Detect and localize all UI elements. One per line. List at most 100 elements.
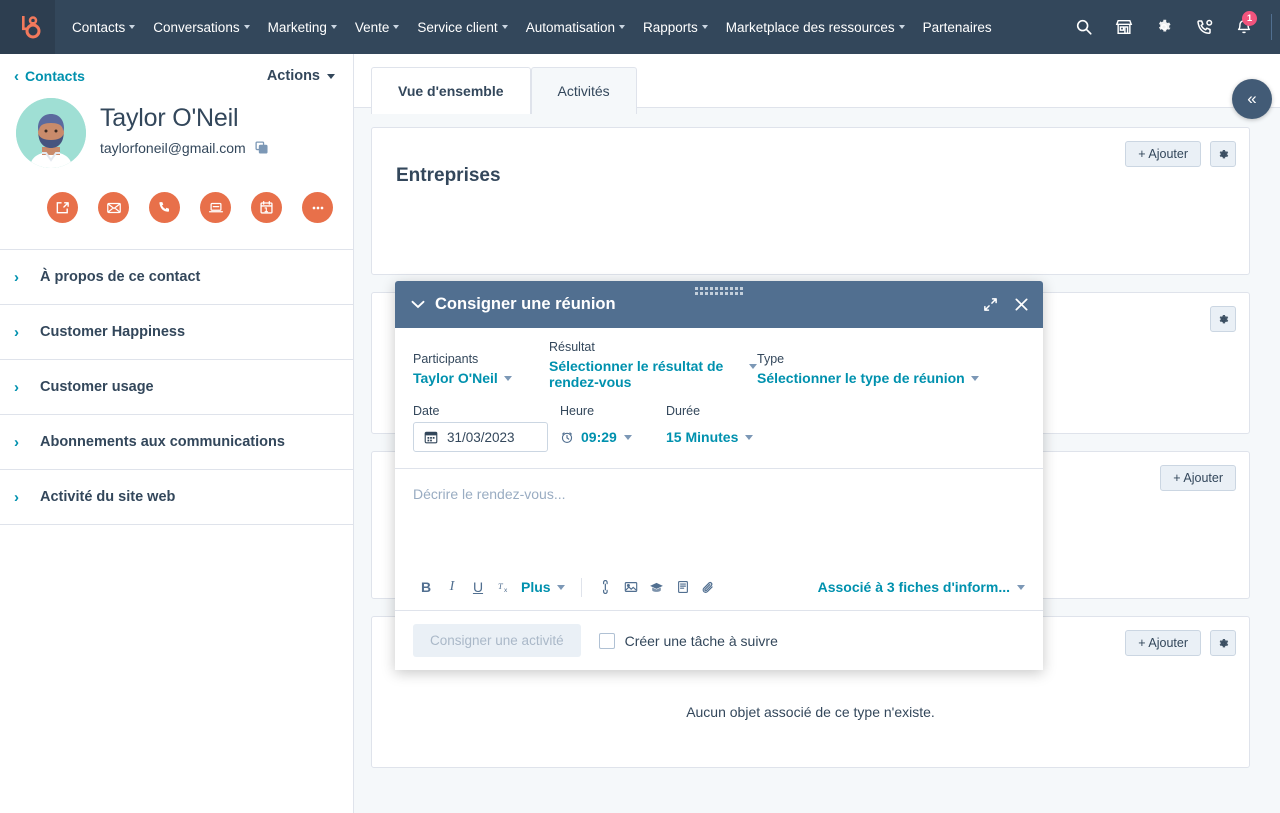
add-button[interactable]: + Ajouter — [1125, 141, 1201, 167]
notes-textarea[interactable]: Décrire le rendez-vous... — [395, 469, 1043, 566]
chevron-down-icon — [129, 25, 135, 29]
gear-icon[interactable] — [1210, 141, 1236, 167]
chevron-down-icon — [745, 435, 753, 440]
field-label: Type — [757, 352, 1025, 366]
attachment-icon[interactable] — [696, 574, 722, 600]
sidebar-item-label: Abonnements aux communications — [40, 434, 285, 450]
time-dropdown[interactable]: 09:29 — [560, 422, 666, 452]
association-label: Associé à 3 fiches d'inform... — [818, 579, 1010, 595]
copy-icon[interactable] — [255, 141, 268, 154]
sidebar-item-about-contact[interactable]: › À propos de ce contact — [0, 250, 353, 305]
chevron-down-icon — [327, 74, 335, 79]
knowledge-icon[interactable] — [644, 574, 670, 600]
add-button[interactable]: + Ajouter — [1160, 465, 1236, 491]
card-entreprises: + Ajouter Entreprises — [371, 127, 1250, 275]
contact-email-row: taylorfoneil@gmail.com — [100, 140, 268, 156]
snippet-icon[interactable] — [670, 574, 696, 600]
quick-action-buttons — [0, 168, 353, 249]
participants-dropdown[interactable]: Taylor O'Neil — [413, 370, 549, 386]
nav-item-conversations[interactable]: Conversations — [144, 0, 258, 54]
search-icon[interactable] — [1065, 0, 1103, 54]
nav-item-service-client[interactable]: Service client — [408, 0, 516, 54]
nav-item-contacts[interactable]: Contacts — [63, 0, 144, 54]
notifications-icon[interactable]: 1 — [1225, 0, 1263, 54]
field-participants: Participants Taylor O'Neil — [413, 340, 549, 386]
field-label: Heure — [560, 404, 666, 418]
modal-fields-row-1: Participants Taylor O'Neil Résultat Séle… — [395, 328, 1043, 390]
nav-item-marketing[interactable]: Marketing — [259, 0, 346, 54]
chevron-down-icon — [971, 376, 979, 381]
call-icon[interactable] — [149, 192, 180, 223]
back-to-contacts-link[interactable]: ‹ Contacts — [14, 68, 85, 84]
tab-label: Activités — [558, 83, 610, 99]
chevron-right-icon: › — [14, 490, 24, 505]
nav-label: Automatisation — [526, 20, 615, 35]
sidebar-item-website-activity[interactable]: › Activité du site web — [0, 470, 353, 525]
italic-icon[interactable]: I — [439, 574, 465, 600]
sidebar-item-communication-subscriptions[interactable]: › Abonnements aux communications — [0, 415, 353, 470]
sidebar-item-customer-usage[interactable]: › Customer usage — [0, 360, 353, 415]
more-icon[interactable] — [302, 192, 333, 223]
tab-activites[interactable]: Activités — [531, 67, 637, 114]
resultat-dropdown[interactable]: Sélectionner le résultat de rendez-vous — [549, 358, 757, 390]
type-dropdown[interactable]: Sélectionner le type de réunion — [757, 370, 1025, 386]
chevron-down-icon — [244, 25, 250, 29]
actions-dropdown-button[interactable]: Actions — [267, 68, 335, 84]
gear-icon[interactable] — [1210, 630, 1236, 656]
chevron-down-icon — [557, 585, 565, 590]
link-icon[interactable] — [592, 574, 618, 600]
avatar[interactable] — [16, 98, 86, 168]
nav-item-rapports[interactable]: Rapports — [634, 0, 717, 54]
field-value: Sélectionner le résultat de rendez-vous — [549, 358, 743, 390]
editor-toolbar: B I U T x Plus — [395, 566, 1043, 610]
svg-text:T: T — [497, 580, 503, 590]
gear-icon[interactable] — [1210, 306, 1236, 332]
field-value: Sélectionner le type de réunion — [757, 370, 965, 386]
clear-format-icon[interactable]: T x — [491, 574, 517, 600]
top-navigation-bar: Contacts Conversations Marketing Vente S… — [0, 0, 1280, 54]
duration-dropdown[interactable]: 15 Minutes — [666, 422, 1025, 452]
meeting-icon[interactable] — [200, 192, 231, 223]
hubspot-logo[interactable] — [0, 0, 55, 54]
modal-fields-row-2: Date 31/03/2023 Heure — [395, 390, 1043, 468]
sidebar-item-customer-happiness[interactable]: › Customer Happiness — [0, 305, 353, 360]
nav-item-partenaires[interactable]: Partenaires — [914, 0, 1001, 54]
email-icon[interactable] — [98, 192, 129, 223]
underline-icon[interactable]: U — [465, 574, 491, 600]
sidebar-item-label: Activité du site web — [40, 489, 175, 505]
collapse-panel-button[interactable]: « — [1232, 79, 1272, 119]
image-icon[interactable] — [618, 574, 644, 600]
chevron-down-icon — [502, 25, 508, 29]
marketplace-icon[interactable] — [1105, 0, 1143, 54]
nav-item-automatisation[interactable]: Automatisation — [517, 0, 634, 54]
nav-menu: Contacts Conversations Marketing Vente S… — [55, 0, 1065, 54]
phone-icon[interactable] — [1185, 0, 1223, 54]
back-link-label: Contacts — [25, 68, 85, 84]
bold-icon[interactable]: B — [413, 574, 439, 600]
nav-item-vente[interactable]: Vente — [346, 0, 409, 54]
notification-badge: 1 — [1242, 11, 1257, 26]
add-button[interactable]: + Ajouter — [1125, 630, 1201, 656]
tab-bar: Vue d'ensemble Activités — [354, 54, 1280, 108]
chevron-down-icon — [1017, 585, 1025, 590]
duration-value: 15 Minutes — [666, 429, 738, 445]
contact-email: taylorfoneil@gmail.com — [100, 140, 246, 156]
log-activity-button[interactable]: Consigner une activité — [413, 624, 581, 657]
gear-icon[interactable] — [1145, 0, 1183, 54]
association-dropdown[interactable]: Associé à 3 fiches d'inform... — [818, 579, 1025, 595]
tab-vue-densemble[interactable]: Vue d'ensemble — [371, 67, 531, 114]
more-formatting-dropdown[interactable]: Plus — [517, 579, 571, 595]
calendar-icon — [424, 430, 438, 444]
nav-item-marketplace[interactable]: Marketplace des ressources — [717, 0, 914, 54]
chevron-right-icon: › — [14, 435, 24, 450]
chevron-down-icon[interactable] — [407, 300, 429, 309]
schedule-icon[interactable] — [251, 192, 282, 223]
close-icon[interactable] — [1014, 297, 1029, 312]
drag-handle[interactable] — [695, 287, 743, 295]
create-followup-task-checkbox[interactable]: Créer une tâche à suivre — [599, 633, 778, 649]
field-date: Date 31/03/2023 — [413, 404, 560, 452]
note-icon[interactable] — [47, 192, 78, 223]
date-input[interactable]: 31/03/2023 — [413, 422, 548, 452]
nav-divider — [1271, 14, 1272, 40]
expand-icon[interactable] — [983, 297, 998, 312]
